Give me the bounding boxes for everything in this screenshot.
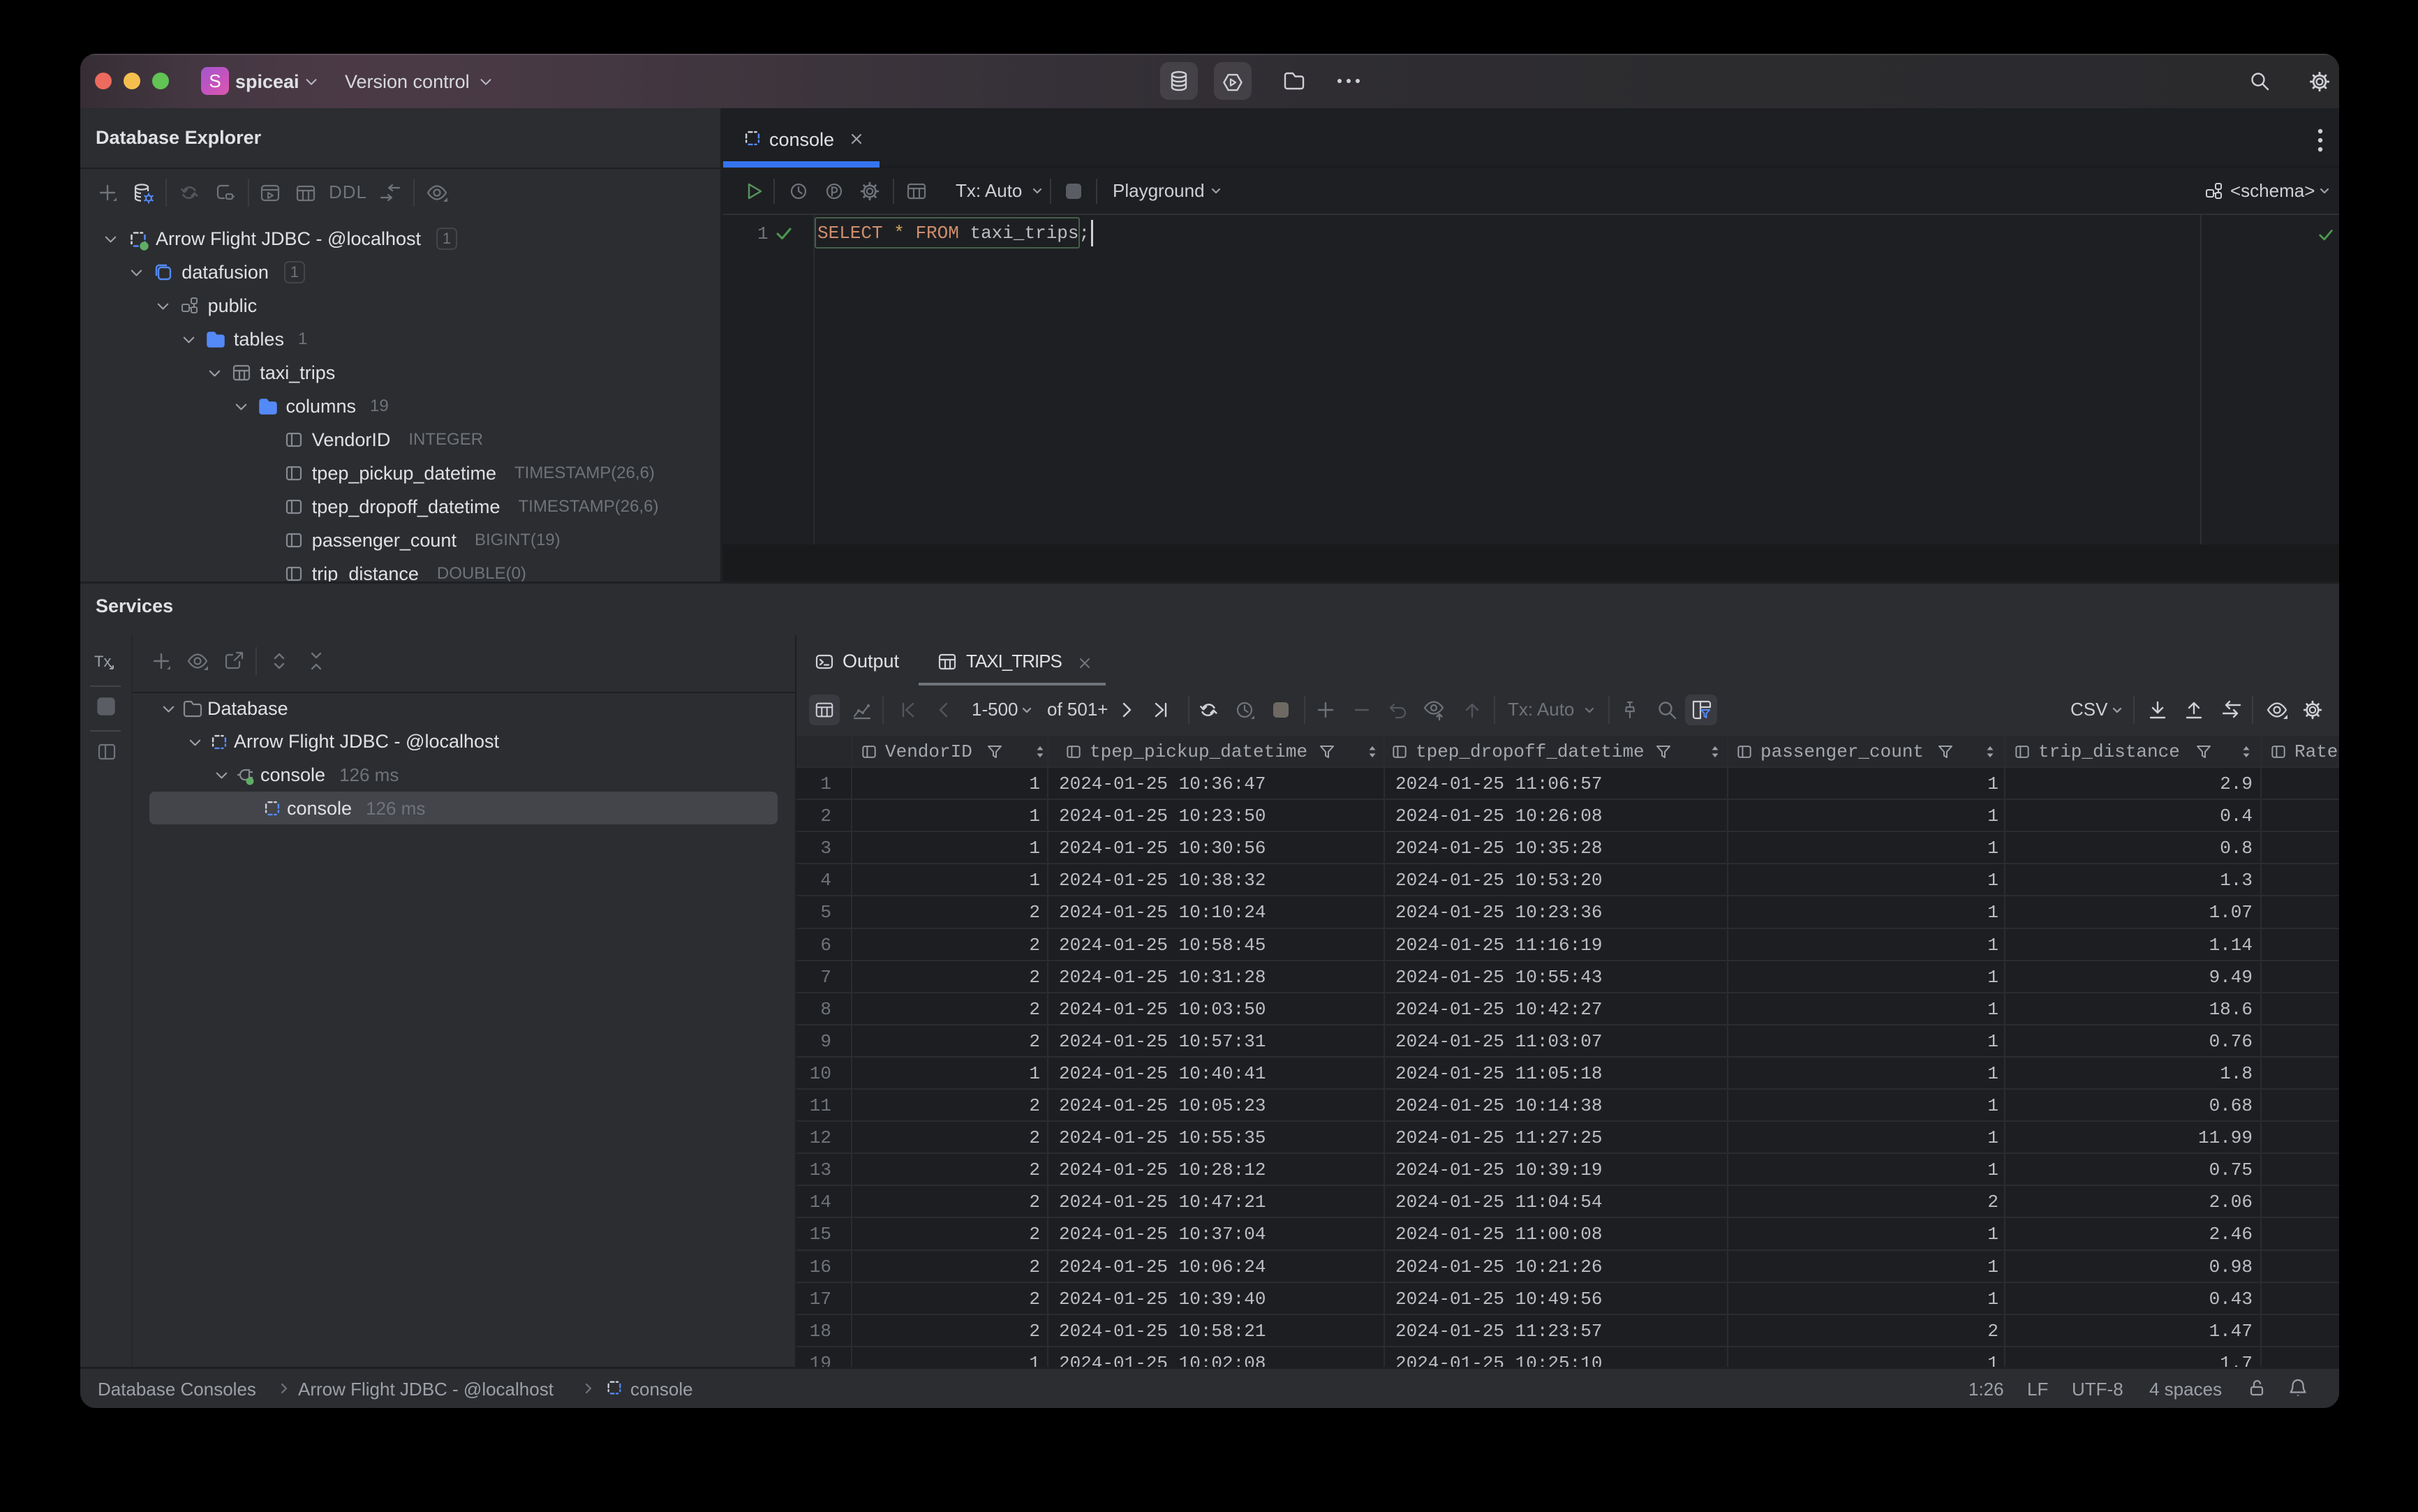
svg-text:Tx: Tx	[94, 653, 111, 670]
